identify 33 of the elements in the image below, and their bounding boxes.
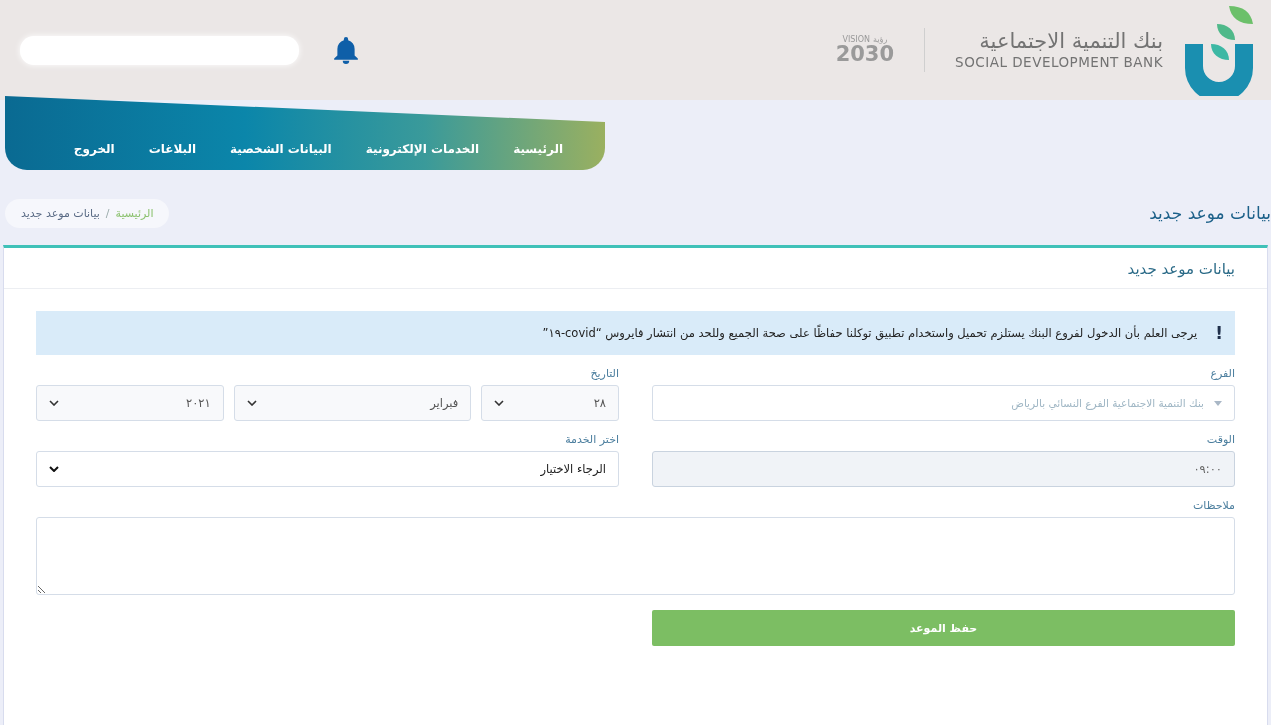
nav-link[interactable]: البلاغات [148,142,197,156]
nav-link[interactable]: الخدمات الإلكترونية [365,142,480,156]
nav-link[interactable]: البيانات الشخصية [230,142,332,156]
chevron-icon [494,400,505,406]
notes-field[interactable] [36,517,1235,595]
breadcrumb-current: بيانات موعد جديد [21,206,100,220]
date-select[interactable]: فبراير [233,385,472,421]
nav-link[interactable]: الرئيسية [513,142,563,156]
bank-name: SOCIAL DEVELOPMENT BANK [955,53,1163,70]
page-title: بيانات موعد جديد [1149,203,1271,223]
card-title: بيانات موعد جديد [1126,260,1235,278]
chevron-icon [49,400,59,406]
caret-icon [1214,400,1222,406]
vision-year: 2030 [835,44,895,65]
breadcrumb-separator: / [105,206,110,220]
date-select[interactable]: ٢٨ [481,385,619,421]
bell-icon[interactable] [333,36,359,64]
field-label: ملاحظات [1192,499,1235,512]
bank-name: بنك التنمية الاجتماعية [979,30,1163,54]
vision-label: رؤية [873,35,888,44]
nav-link[interactable]: الخروج [73,142,115,156]
date-select[interactable]: ٢٠٢١ [36,385,224,421]
service-select[interactable]: الرجاء الاختيار [36,451,619,487]
chevron-icon [246,400,257,406]
vision-label: VISION [842,35,870,44]
field-label: التاريخ [589,367,619,380]
field-label: الفرع [1209,367,1235,380]
alert-icon: ! [1215,323,1223,343]
field-label: اختر الخدمة [564,433,619,446]
field-label: الوقت [1205,433,1235,446]
chevron-icon [49,466,59,472]
search-field[interactable] [20,35,299,65]
alert-text: يرجى العلم بأن الدخول لفروع البنك يستلزم تحميل واستخدام تطبيق توكلنا حفاظًا على صحة الجميع وللحد من انتشار فايروس “covid-١٩” [542,326,1198,340]
